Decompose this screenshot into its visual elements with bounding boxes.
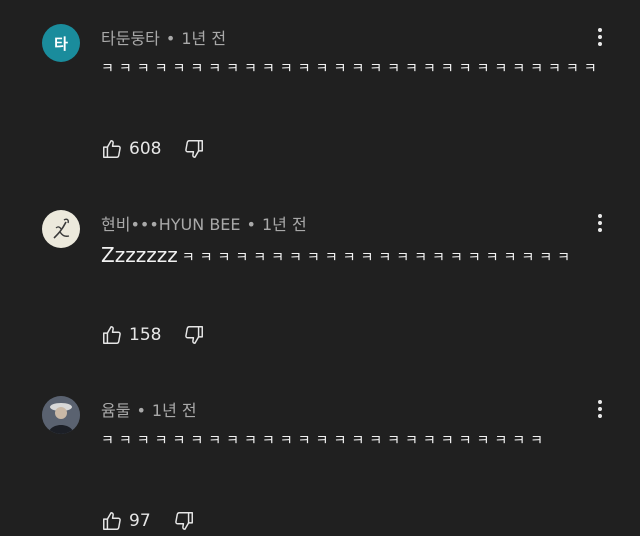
avatar[interactable] — [42, 396, 80, 434]
dislike-button[interactable] — [183, 138, 205, 160]
avatar[interactable]: 타 — [42, 24, 80, 62]
like-button[interactable]: 97 — [101, 510, 151, 532]
comment-actions: 97 — [101, 508, 195, 534]
bullet-separator: • — [165, 29, 176, 48]
comment-text: ㅋㅋㅋㅋㅋㅋㅋㅋㅋㅋㅋㅋㅋㅋㅋㅋㅋㅋㅋㅋㅋㅋㅋㅋㅋㅋㅋㅋ — [101, 54, 611, 84]
comment-header: 현비•••HYUN BEE • 1년 전 — [101, 211, 307, 235]
more-options-button[interactable] — [590, 25, 610, 49]
thumbs-down-icon — [183, 324, 205, 346]
comment-text: ㅋㅋㅋㅋㅋㅋㅋㅋㅋㅋㅋㅋㅋㅋㅋㅋㅋㅋㅋㅋㅋㅋㅋㅋㅋ — [101, 426, 611, 456]
author-name[interactable]: 윰둘 — [101, 401, 130, 420]
like-button[interactable]: 158 — [101, 324, 161, 346]
author-name[interactable]: 현비•••HYUN BEE — [101, 215, 241, 234]
comments-list: 타 타둔둥타 • 1년 전 ㅋㅋㅋㅋㅋㅋㅋㅋㅋㅋㅋㅋㅋㅋㅋㅋㅋㅋㅋㅋㅋㅋㅋㅋㅋㅋㅋㅋ… — [0, 0, 640, 536]
dislike-button[interactable] — [183, 324, 205, 346]
like-button[interactable]: 608 — [101, 138, 161, 160]
author-name[interactable]: 타둔둥타 — [101, 29, 160, 48]
more-vert-icon — [598, 400, 602, 404]
comment-text-content: ㅋㅋㅋㅋㅋㅋㅋㅋㅋㅋㅋㅋㅋㅋㅋㅋㅋㅋㅋㅋㅋㅋ — [181, 250, 576, 266]
thumbs-up-icon — [101, 138, 123, 160]
like-count: 608 — [129, 139, 162, 159]
thumbs-down-icon — [173, 510, 195, 532]
more-vert-icon — [598, 28, 602, 32]
timestamp[interactable]: 1년 전 — [262, 215, 307, 234]
sketch-figure-icon — [53, 218, 70, 239]
comment-header: 윰둘 • 1년 전 — [101, 397, 197, 421]
person-photo-icon — [42, 396, 80, 434]
more-options-button[interactable] — [590, 397, 610, 421]
thumbs-up-icon — [101, 324, 123, 346]
timestamp[interactable]: 1년 전 — [181, 29, 226, 48]
thumbs-up-icon — [101, 510, 123, 532]
comment-actions: 158 — [101, 322, 205, 348]
thumbs-down-icon — [183, 138, 205, 160]
more-options-button[interactable] — [590, 211, 610, 235]
comment-text-content: ㅋㅋㅋㅋㅋㅋㅋㅋㅋㅋㅋㅋㅋㅋㅋㅋㅋㅋㅋㅋㅋㅋㅋㅋㅋㅋㅋㅋ — [101, 61, 602, 77]
comment-actions: 608 — [101, 136, 205, 162]
dislike-button[interactable] — [173, 510, 195, 532]
bullet-separator: • — [246, 215, 256, 234]
timestamp[interactable]: 1년 전 — [152, 401, 197, 420]
like-count: 97 — [129, 511, 151, 531]
avatar[interactable] — [42, 210, 80, 248]
like-count: 158 — [129, 325, 162, 345]
avatar-letter: 타 — [54, 34, 68, 53]
comment-text-content: ㅋㅋㅋㅋㅋㅋㅋㅋㅋㅋㅋㅋㅋㅋㅋㅋㅋㅋㅋㅋㅋㅋㅋㅋㅋ — [101, 433, 548, 449]
bullet-separator: • — [136, 401, 146, 420]
more-vert-icon — [598, 214, 602, 218]
comment-text: Zzzzzzz ㅋㅋㅋㅋㅋㅋㅋㅋㅋㅋㅋㅋㅋㅋㅋㅋㅋㅋㅋㅋㅋㅋ — [101, 240, 611, 273]
comment-text-lead: Zzzzzzz — [101, 243, 178, 267]
comment-header: 타둔둥타 • 1년 전 — [101, 25, 226, 49]
